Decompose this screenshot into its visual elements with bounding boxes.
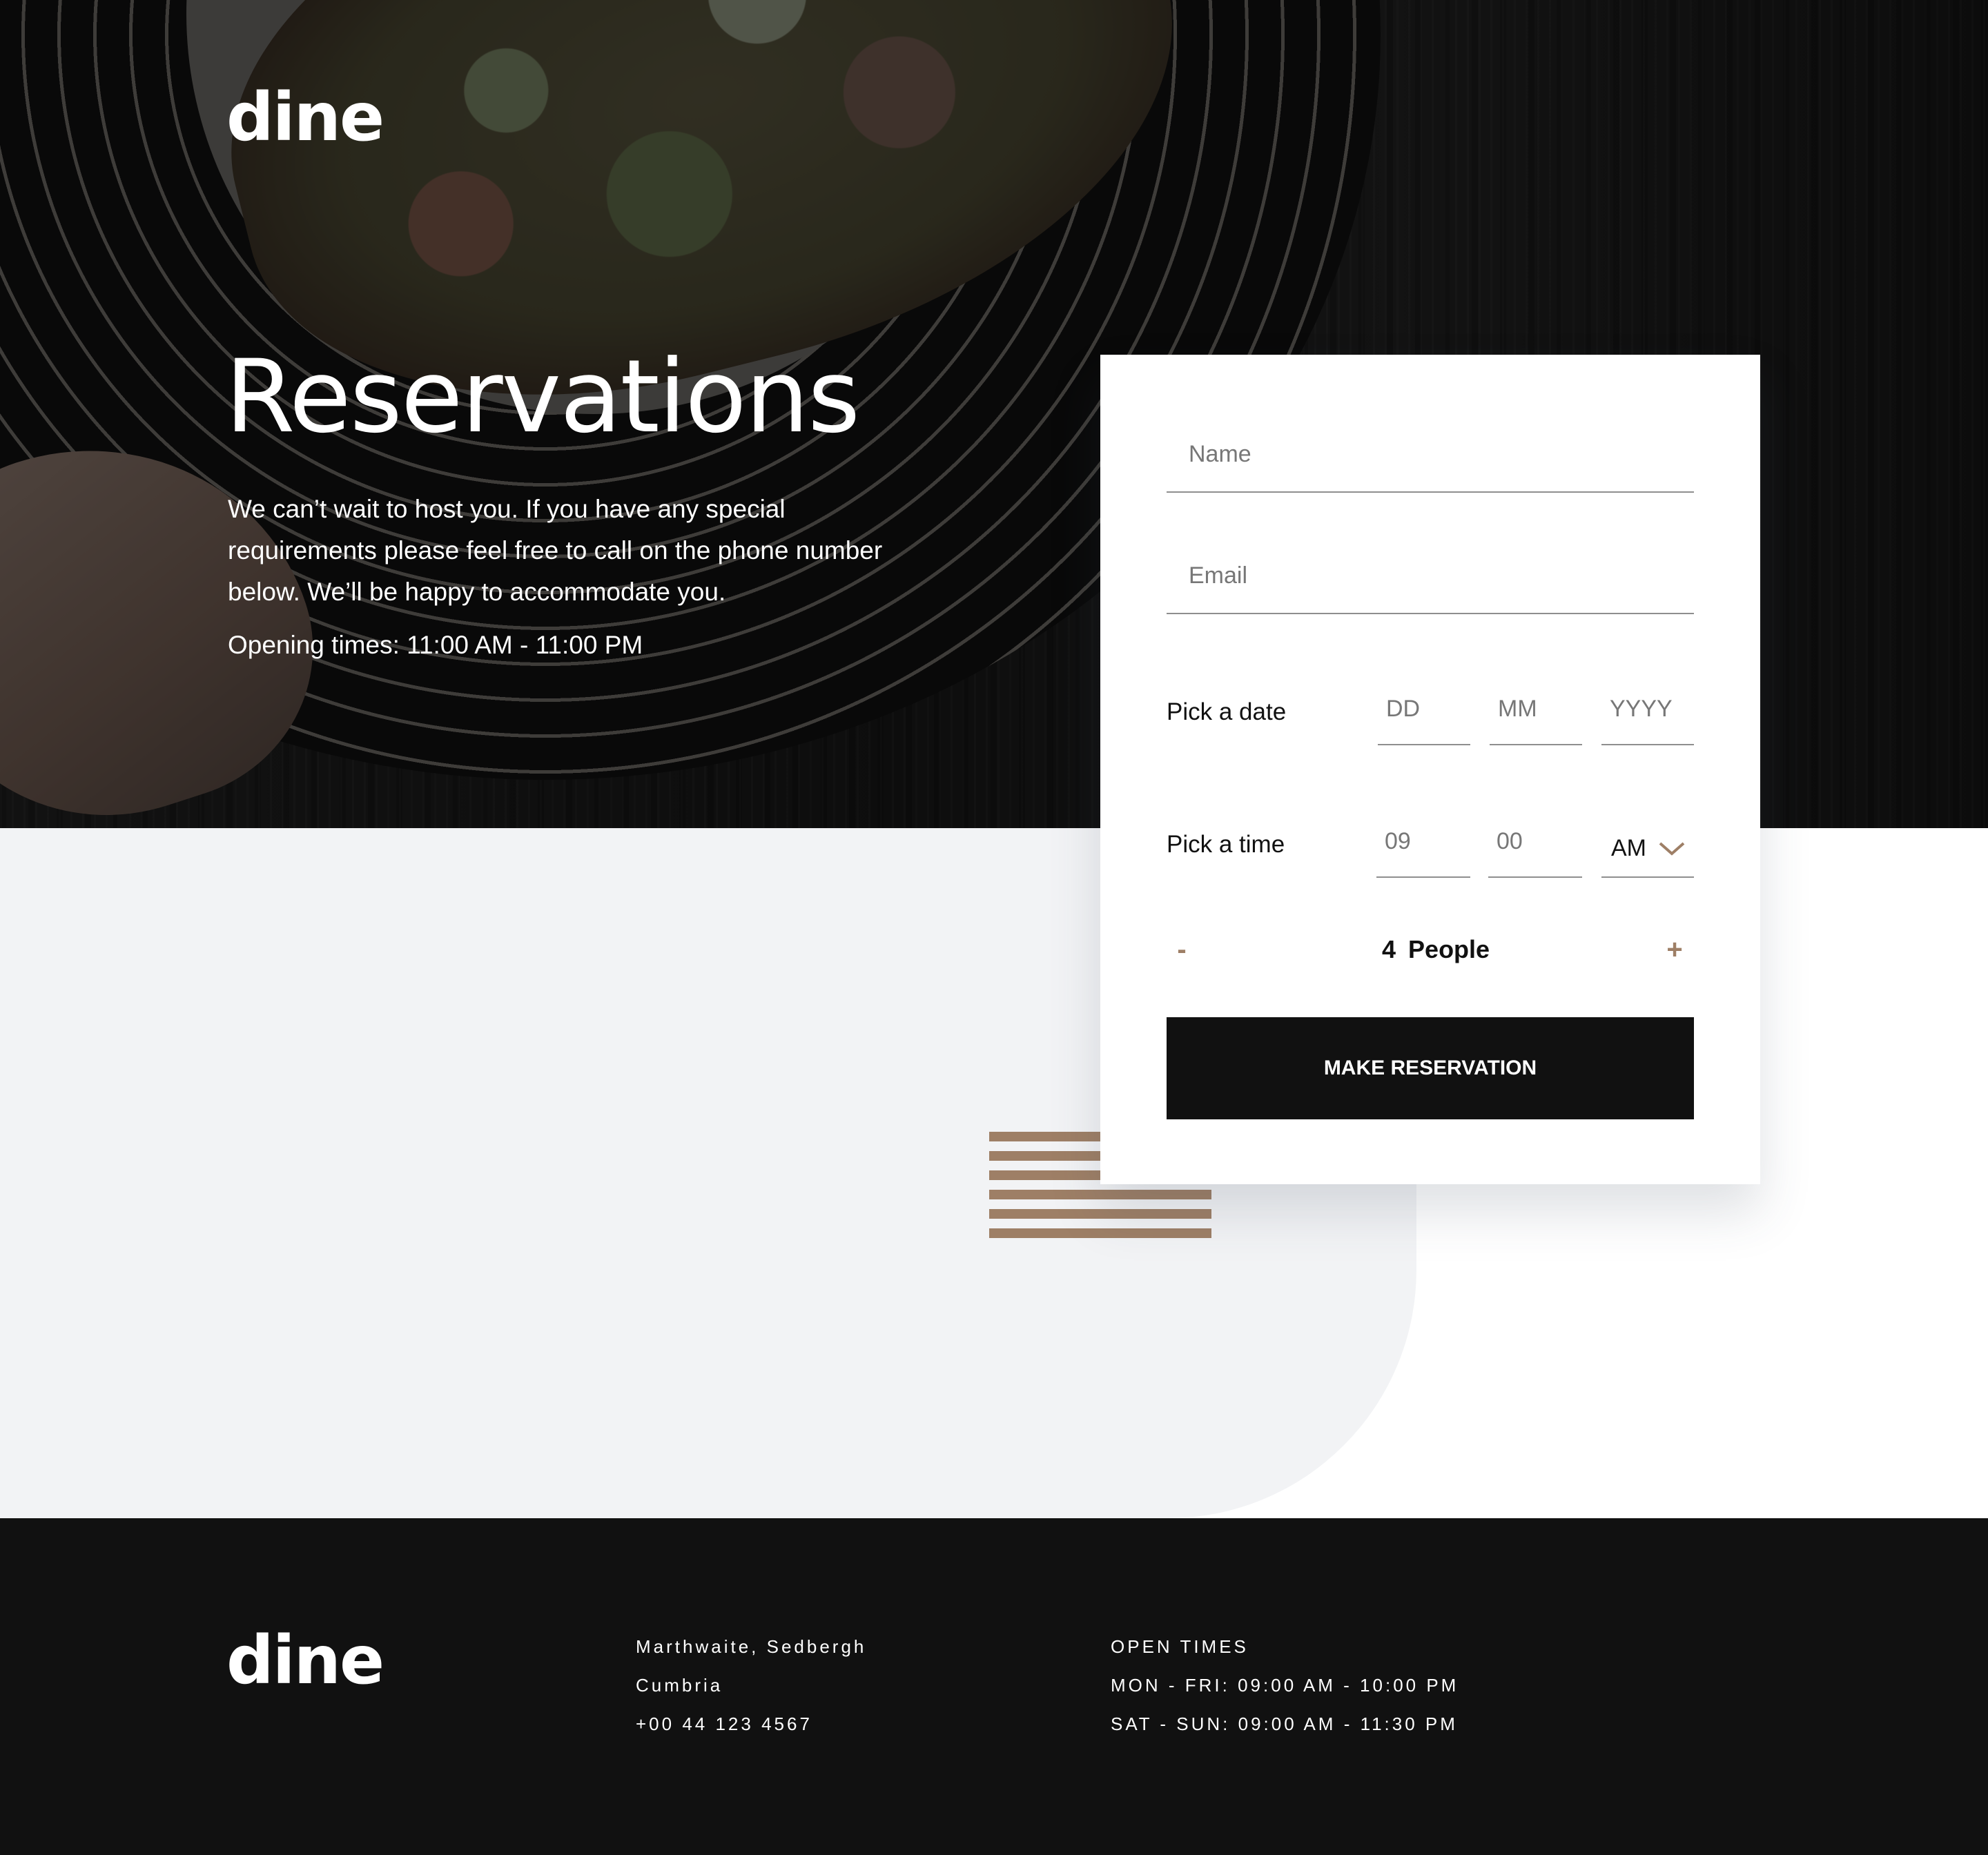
footer-open-times: OPEN TIMES MON - FRI: 09:00 AM - 10:00 P… xyxy=(1111,1627,1459,1743)
time-minute-input[interactable] xyxy=(1488,823,1582,878)
people-number: 4 xyxy=(1382,935,1396,963)
date-year-input[interactable] xyxy=(1601,690,1694,745)
date-month-input[interactable] xyxy=(1490,690,1582,745)
people-count: 4 People xyxy=(1382,929,1490,970)
chevron-down-icon xyxy=(1659,842,1685,856)
hero-description: We can’t wait to host you. If you have a… xyxy=(228,495,883,606)
make-reservation-button[interactable]: MAKE RESERVATION xyxy=(1167,1017,1694,1119)
header-logo[interactable]: dine xyxy=(226,84,384,150)
time-label: Pick a time xyxy=(1167,831,1285,858)
address-line-1: Marthwaite, Sedbergh xyxy=(636,1636,867,1657)
am-pm-value: AM xyxy=(1611,835,1646,861)
address-line-2: Cumbria xyxy=(636,1675,723,1696)
footer-address: Marthwaite, Sedbergh Cumbria +00 44 123 … xyxy=(636,1627,866,1743)
phone-number: +00 44 123 4567 xyxy=(636,1714,812,1734)
increase-people-button[interactable]: + xyxy=(1655,929,1694,970)
weekend-hours: SAT - SUN: 09:00 AM - 11:30 PM xyxy=(1111,1714,1458,1734)
opening-times: Opening times: 11:00 AM - 11:00 PM xyxy=(228,631,643,659)
people-unit: People xyxy=(1408,935,1490,963)
time-hour-input[interactable] xyxy=(1376,823,1470,878)
date-day-input[interactable] xyxy=(1378,690,1470,745)
page-title: Reservations xyxy=(225,338,860,455)
weekday-hours: MON - FRI: 09:00 AM - 10:00 PM xyxy=(1111,1675,1459,1696)
name-input[interactable] xyxy=(1167,438,1694,493)
email-input[interactable] xyxy=(1167,559,1694,614)
footer-logo[interactable]: dine xyxy=(226,1627,384,1694)
decrease-people-button[interactable]: - xyxy=(1167,929,1197,970)
open-times-title: OPEN TIMES xyxy=(1111,1636,1249,1657)
reservation-form: Pick a date Pick a time AM - 4 People + M… xyxy=(1100,355,1760,1184)
date-label: Pick a date xyxy=(1167,698,1287,725)
am-pm-select[interactable]: AM xyxy=(1601,823,1694,878)
